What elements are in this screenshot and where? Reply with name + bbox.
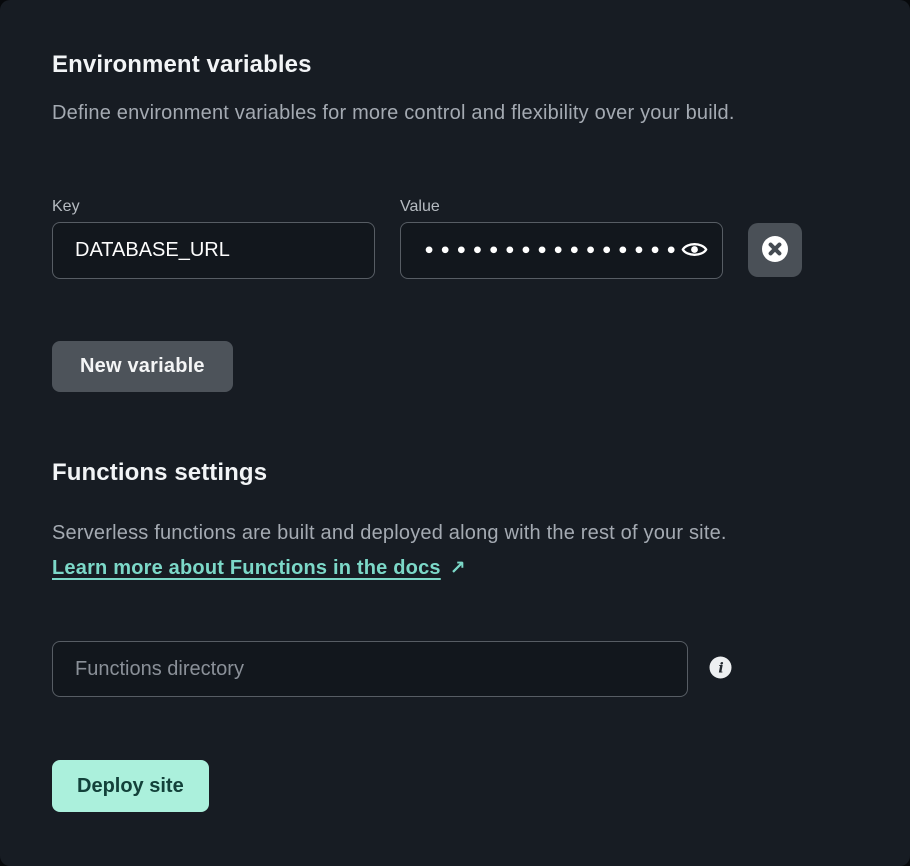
functions-directory-input[interactable] (52, 641, 688, 697)
new-variable-button[interactable]: New variable (52, 341, 233, 392)
remove-variable-button[interactable] (748, 223, 802, 277)
value-field-group: Value (400, 197, 723, 279)
settings-panel: Environment variables Define environment… (0, 0, 910, 866)
functions-directory-info-button[interactable]: i (708, 657, 732, 681)
functions-docs-link-row: Learn more about Functions in the docs ↗ (52, 555, 858, 581)
eye-icon (681, 236, 708, 266)
functions-docs-link[interactable]: Learn more about Functions in the docs (52, 555, 441, 581)
key-label: Key (52, 197, 375, 217)
circle-x-icon (761, 235, 789, 266)
deploy-site-button[interactable]: Deploy site (52, 760, 209, 812)
functions-settings-heading: Functions settings (52, 458, 858, 488)
env-variables-description: Define environment variables for more co… (52, 100, 858, 126)
external-link-arrow-icon: ↗ (450, 557, 466, 580)
functions-directory-row: i (52, 641, 858, 697)
value-input-wrap (400, 222, 723, 279)
env-variables-heading: Environment variables (52, 50, 858, 80)
value-label: Value (400, 197, 723, 217)
key-field-group: Key (52, 197, 375, 279)
key-input[interactable] (52, 222, 375, 279)
functions-description: Serverless functions are built and deplo… (52, 520, 858, 546)
value-input[interactable] (401, 240, 722, 262)
info-icon: i (709, 656, 732, 682)
variable-row: Key Value (52, 197, 858, 279)
reveal-value-button[interactable] (678, 235, 710, 267)
svg-text:i: i (718, 661, 723, 677)
